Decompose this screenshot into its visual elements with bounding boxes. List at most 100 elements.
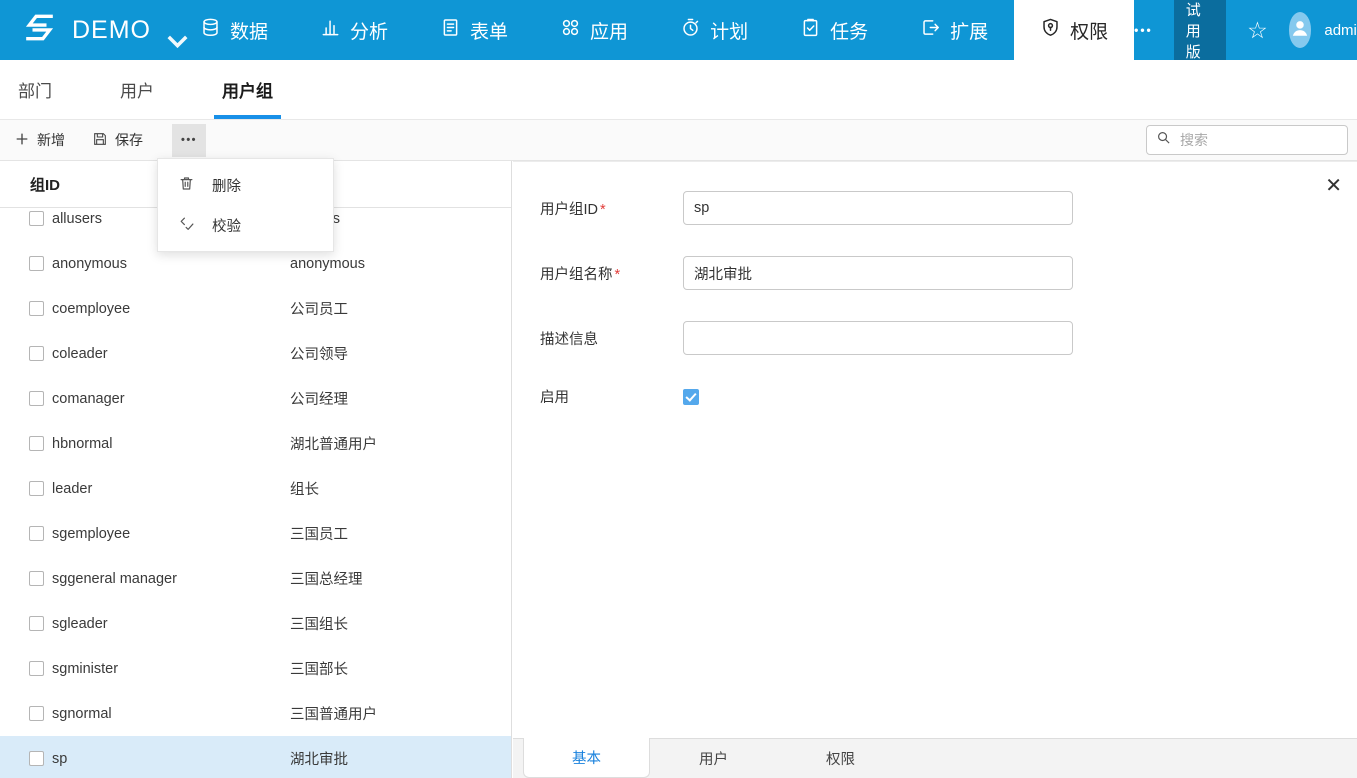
database-icon [200, 17, 221, 44]
section-tabbar: 部门 用户 用户组 [0, 60, 1357, 120]
group-row[interactable]: sp 湖北审批 [0, 736, 511, 778]
nav-item-label: 分析 [350, 21, 389, 43]
field-label: 描述信息 [540, 331, 598, 348]
group-id-cell: allusers [52, 210, 102, 227]
row-checkbox[interactable] [29, 526, 44, 541]
group-row[interactable]: coemployee 公司员工 [0, 286, 511, 331]
required-asterisk: * [614, 266, 621, 283]
menu-item-delete[interactable]: 删除 [158, 165, 333, 205]
group-name-cell: 三国员工 [290, 527, 348, 543]
group-id-cell: sgemployee [52, 525, 131, 542]
group-row[interactable]: hbnormal 湖北普通用户 [0, 421, 511, 466]
detail-tab-basic[interactable]: 基本 [523, 738, 650, 778]
group-id-cell: comanager [52, 390, 125, 407]
row-checkbox[interactable] [29, 391, 44, 406]
row-checkbox[interactable] [29, 346, 44, 361]
nav-item-apps[interactable]: 应用 [534, 0, 654, 60]
enabled-checkbox[interactable] [683, 388, 699, 405]
app-switcher[interactable]: DEMO [0, 0, 188, 60]
field-label: 用户组ID * [540, 201, 606, 218]
group-id-input[interactable] [683, 191, 1073, 225]
group-row[interactable]: sggeneral manager 三国总经理 [0, 556, 511, 601]
nav-item-schedule[interactable]: 计划 [654, 0, 774, 60]
group-row[interactable]: sgemployee 三国员工 [0, 511, 511, 556]
row-checkbox[interactable] [29, 211, 44, 226]
row-checkbox[interactable] [29, 751, 44, 766]
group-list-panel: 组ID allusers allusers anonymous anonymou… [0, 161, 512, 778]
field-label: 启用 [540, 390, 569, 406]
detail-tabbar: 基本 用户 权限 [513, 738, 1357, 778]
group-name-cell: 公司经理 [290, 392, 348, 408]
nav-item-label: 任务 [830, 21, 869, 43]
group-id-cell: leader [52, 480, 93, 497]
row-checkbox[interactable] [29, 661, 44, 676]
nav-item-extension[interactable]: 扩展 [894, 0, 1014, 60]
menu-item-validate[interactable]: 校验 [158, 205, 333, 245]
add-button[interactable]: 新增 [14, 130, 65, 150]
row-checkbox[interactable] [29, 256, 44, 271]
group-name-input[interactable] [683, 256, 1073, 290]
nav-item-tasks[interactable]: 任务 [774, 0, 894, 60]
menu-item-label: 删除 [212, 178, 241, 195]
nav-item-forms[interactable]: 表单 [414, 0, 534, 60]
row-checkbox[interactable] [29, 571, 44, 586]
topbar-right: ••• 试用版 ☆ admin [1134, 0, 1357, 67]
star-icon[interactable]: ☆ [1247, 18, 1268, 42]
permission-icon [1040, 17, 1061, 44]
plus-icon [14, 131, 30, 150]
form-field-group-id: 用户组ID * [540, 191, 1073, 225]
group-row[interactable]: sgminister 三国部长 [0, 646, 511, 691]
field-label: 用户组名称 * [540, 266, 621, 283]
nav-item-analytics[interactable]: 分析 [294, 0, 414, 60]
user-icon [1289, 17, 1311, 44]
row-checkbox[interactable] [29, 301, 44, 316]
group-id-cell: sgminister [52, 660, 119, 677]
group-row[interactable]: comanager 公司经理 [0, 376, 511, 421]
group-row[interactable]: sgleader 三国组长 [0, 601, 511, 646]
row-checkbox[interactable] [29, 706, 44, 721]
group-id-cell: sgleader [52, 615, 108, 632]
avatar[interactable] [1288, 12, 1312, 48]
detail-tab-users[interactable]: 用户 [650, 739, 777, 778]
group-row[interactable]: leader 组长 [0, 466, 511, 511]
nav-item-label: 扩展 [950, 21, 989, 43]
row-checkbox[interactable] [29, 436, 44, 451]
group-name-cell: 三国部长 [290, 662, 348, 678]
top-bar: DEMO 数据 分析 表单 应用 计划 任务 扩展 权限 ••• 试用版 ☆ a… [0, 0, 1357, 67]
required-asterisk: * [600, 201, 606, 218]
tab-departments[interactable]: 部门 [10, 60, 60, 119]
close-icon[interactable]: ✕ [1325, 176, 1342, 196]
form-field-enabled: 启用 [540, 386, 1073, 407]
nav-item-label: 权限 [1070, 21, 1109, 43]
detail-form: 用户组ID* 用户组名称* 描述信息 启用 [540, 191, 1073, 407]
toolbar: 新增 保存 ••• [0, 120, 1357, 161]
tasks-icon [800, 17, 821, 44]
group-row[interactable]: coleader 公司领导 [0, 331, 511, 376]
save-button[interactable]: 保存 [92, 130, 143, 150]
topbar-more-button[interactable]: ••• [1134, 23, 1153, 37]
group-row[interactable]: sgnormal 三国普通用户 [0, 691, 511, 736]
detail-tab-permissions[interactable]: 权限 [777, 739, 904, 778]
group-name-cell: 公司领导 [290, 347, 348, 363]
nav-item-permission[interactable]: 权限 [1014, 0, 1135, 60]
tab-user-groups[interactable]: 用户组 [214, 60, 281, 119]
app-title: DEMO [72, 15, 151, 44]
search-input[interactable] [1178, 131, 1338, 149]
menu-item-label: 校验 [212, 218, 241, 235]
description-input[interactable] [683, 321, 1073, 355]
row-checkbox[interactable] [29, 616, 44, 631]
topbar-nav: 数据 分析 表单 应用 计划 任务 扩展 权限 [174, 0, 1135, 60]
nav-item-label: 计划 [710, 21, 749, 43]
save-button-label: 保存 [115, 132, 143, 148]
tab-users[interactable]: 用户 [112, 60, 162, 119]
row-checkbox[interactable] [29, 481, 44, 496]
group-id-cell: sp [52, 750, 68, 767]
analytics-icon [320, 17, 341, 44]
toolbar-more-button[interactable]: ••• [172, 123, 206, 157]
group-id-cell: anonymous [52, 255, 127, 272]
group-id-cell: hbnormal [52, 435, 113, 452]
nav-item-label: 数据 [230, 21, 269, 43]
trash-icon [178, 175, 195, 196]
app-window: DEMO 数据 分析 表单 应用 计划 任务 扩展 权限 ••• 试用版 ☆ a… [0, 0, 1357, 778]
group-list: allusers allusers anonymous anonymous co… [0, 196, 511, 778]
